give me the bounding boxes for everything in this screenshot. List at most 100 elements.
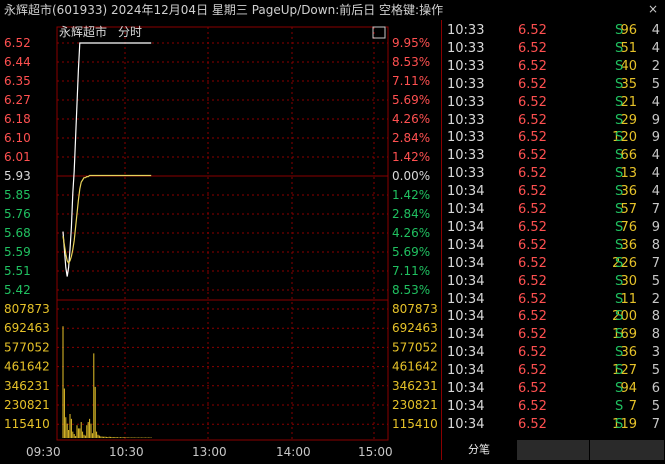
time-tick-label: 10:30: [109, 445, 144, 459]
tick-price: 6.52: [518, 184, 547, 200]
tick-time: 10:33: [447, 112, 485, 128]
tick-count: 7: [651, 202, 660, 217]
tick-side: S: [615, 112, 624, 128]
pct-tick-label: 9.95%: [392, 36, 430, 50]
price-tick-label: 6.18: [4, 112, 31, 126]
tick-row: 10:34 6.52 11 S 2: [442, 291, 665, 309]
tick-row: 10:33 6.52 51 S 4: [442, 40, 665, 58]
intraday-chart[interactable]: 6.52 6.44 6.35 6.27 6.18 6.10 6.01 5.93 5.85 5.76…: [0, 20, 442, 460]
tick-count: 8: [651, 309, 660, 325]
tick-row: 10:33 6.52 40 S 2: [442, 58, 665, 76]
tick-count: 5: [651, 363, 660, 379]
tick-time: 10:33: [447, 148, 485, 164]
time-tick-label: 14:00: [276, 445, 311, 459]
tick-price: 6.52: [518, 291, 547, 307]
tick-time: 10:33: [447, 40, 485, 56]
tick-count: 5: [651, 76, 660, 92]
tab-2[interactable]: [590, 440, 664, 460]
tick-side: S: [615, 416, 624, 432]
tab-1[interactable]: [517, 440, 589, 460]
tick-price: 6.52: [518, 309, 547, 325]
tick-price: 6.52: [518, 130, 547, 146]
pct-tick-label: 4.26%: [392, 226, 430, 240]
tick-row: 10:34 6.52 7 S 5: [442, 398, 665, 416]
tick-count: 4: [651, 166, 660, 182]
chart-toggle-icon: [372, 26, 386, 39]
pct-tick-label: 2.84%: [392, 207, 430, 221]
price-tick-label: 5.42: [4, 283, 31, 297]
tick-side: S: [615, 58, 624, 74]
tick-price: 6.52: [518, 219, 547, 235]
tick-time: 10:34: [447, 309, 485, 325]
price-tick-label: 6.44: [4, 55, 31, 69]
volume-tick-label: 346231: [4, 379, 50, 393]
tick-count: 2: [651, 58, 660, 74]
time-tick-label: 13:00: [192, 445, 227, 459]
pct-tick-label: 4.26%: [392, 112, 430, 126]
tick-side: S: [615, 184, 624, 200]
tick-side: S: [615, 398, 624, 414]
tick-row: 10:34 6.52 226 S 7: [442, 255, 665, 273]
price-tick-label: 5.76: [4, 207, 31, 221]
volume-tick-label: 115410: [4, 417, 50, 431]
tick-time: 10:33: [447, 23, 485, 38]
price-tick-label: 6.27: [4, 93, 31, 107]
tick-row: 10:34 6.52 36 S 3: [442, 344, 665, 362]
tick-price: 6.52: [518, 237, 547, 253]
price-tick-label: 5.85: [4, 188, 31, 202]
tick-time: 10:34: [447, 255, 485, 271]
tick-row: 10:34 6.52 127 S 5: [442, 362, 665, 380]
tick-price: 6.52: [518, 23, 547, 38]
tab-0[interactable]: 分笔: [442, 440, 516, 460]
tick-side: S: [615, 23, 624, 38]
price-tick-label: 6.35: [4, 74, 31, 88]
tick-price: 6.52: [518, 202, 547, 217]
tick-price: 6.52: [518, 40, 547, 56]
close-button[interactable]: ×: [646, 2, 660, 16]
tick-time: 10:34: [447, 291, 485, 307]
tick-count: 4: [651, 184, 660, 200]
pct-tick-label: 0.00%: [392, 169, 430, 183]
title-bar: 永辉超市(601933) 2024年12月04日 星期三 PageUp/Down…: [0, 0, 665, 20]
tick-count: 7: [651, 416, 660, 432]
price-tick-label: 5.93: [4, 169, 31, 183]
tick-volume: 7: [628, 398, 637, 414]
price-tick-label: 5.68: [4, 226, 31, 240]
chart-mode-label: 分时: [118, 25, 142, 39]
pct-tick-label: 1.42%: [392, 150, 430, 164]
tick-count: 5: [651, 273, 660, 289]
volume-tick-label-right: 346231: [392, 379, 438, 393]
tick-price: 6.52: [518, 76, 547, 92]
tick-price: 6.52: [518, 94, 547, 110]
tick-time: 10:34: [447, 219, 485, 235]
tick-count: 4: [651, 40, 660, 56]
volume-tick-label-right: 230821: [392, 398, 438, 412]
tick-side: S: [615, 381, 624, 396]
tick-side: S: [615, 363, 624, 379]
tick-count: 7: [651, 255, 660, 271]
tick-time: 10:34: [447, 345, 485, 361]
tick-row: 10:33 6.52 13 S 4: [442, 165, 665, 183]
volume-tick-label-right: 692463: [392, 321, 438, 335]
tick-side: S: [615, 130, 624, 146]
chart-stock-name: 永辉超市: [59, 24, 107, 39]
tick-row: 10:33 6.52 21 S 4: [442, 94, 665, 112]
pct-tick-label: 7.11%: [392, 74, 430, 88]
tick-row: 10:34 6.52 200 S 8: [442, 308, 665, 326]
price-line: [62, 42, 152, 277]
pct-tick-label: 1.42%: [392, 188, 430, 202]
tick-time: 10:33: [447, 166, 485, 182]
tick-price: 6.52: [518, 166, 547, 182]
tick-count: 9: [651, 112, 660, 128]
price-tick-label: 6.01: [4, 150, 31, 164]
tick-row: 10:33 6.52 96 S 4: [442, 22, 665, 40]
tick-price: 6.52: [518, 381, 547, 396]
tick-side: S: [615, 309, 624, 325]
tick-time: 10:34: [447, 184, 485, 200]
price-tick-label: 6.10: [4, 131, 31, 145]
tick-list[interactable]: 10:33 6.52 96 S 4 10:33 6.52 51 S 4 10:33 6.52 40 S 2 1…: [442, 20, 665, 440]
tick-count: 9: [651, 130, 660, 146]
tick-tabs: 分笔: [442, 440, 665, 460]
tick-price: 6.52: [518, 363, 547, 379]
price-tick-label: 5.59: [4, 245, 31, 259]
